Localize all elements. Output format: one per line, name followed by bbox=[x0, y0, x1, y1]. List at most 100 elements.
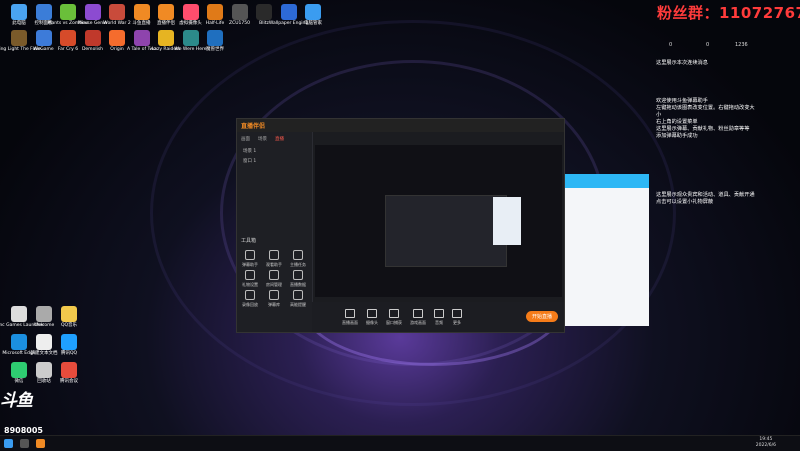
tool-icon bbox=[245, 290, 255, 300]
tool-label: 弹幕库 bbox=[268, 302, 280, 307]
sidebar-tabs: 画面 场景 直播 bbox=[237, 132, 312, 146]
app-icon bbox=[158, 4, 174, 20]
tool-label: 弹幕助手 bbox=[242, 262, 258, 267]
tool-label: 房间管理 bbox=[266, 282, 282, 287]
app-icon bbox=[133, 4, 150, 20]
room-number: 8908005 bbox=[4, 426, 43, 435]
desktop-icon[interactable]: 腾讯QQ bbox=[52, 334, 86, 356]
room-line: 这里展示本次连续消息 bbox=[656, 60, 708, 66]
tool-icon bbox=[269, 290, 279, 300]
app-icon bbox=[11, 306, 27, 322]
douyu-logo: 斗鱼 bbox=[0, 391, 33, 411]
tool-label: 礼物设置 bbox=[242, 282, 258, 287]
desktop-icon-label: QQ音乐 bbox=[60, 323, 78, 328]
tab-scene[interactable]: 场景 bbox=[258, 136, 267, 142]
desktop-icon-label: 直播伴侣 bbox=[157, 21, 175, 26]
tips-block-1: 欢迎使用斗鱼弹幕助手 左键拖动该图表改变位置。右键拖动改变大小 右上角的设置菜单… bbox=[656, 98, 755, 139]
tool-button[interactable]: 弹幕助手 bbox=[240, 250, 260, 268]
start-live-button[interactable]: 开始直播 bbox=[525, 311, 558, 322]
live-companion-window[interactable]: 直播伴侣 画面 场景 直播 场景 1 窗口 1 工具箱 弹幕助手 观看助手 主播任务… bbox=[236, 118, 565, 333]
desktop-icon-label: 微信 bbox=[14, 379, 24, 384]
nested-preview bbox=[385, 195, 507, 267]
tool-button[interactable]: 房间管理 bbox=[264, 270, 284, 288]
tool-button[interactable]: 观看助手 bbox=[264, 250, 284, 268]
tool-icon bbox=[293, 250, 303, 260]
app-icon bbox=[60, 4, 76, 20]
desktop-icon-label: 回收站 bbox=[37, 379, 51, 384]
desktop-icon[interactable]: 魔兽世界 bbox=[198, 30, 232, 52]
tool-button[interactable]: 高能提醒 bbox=[288, 290, 308, 308]
desktop-icon-label: Origin bbox=[110, 47, 124, 52]
game-capture-button[interactable]: 游戏画面 bbox=[410, 308, 426, 326]
desktop-icon-label: Half-Life bbox=[205, 21, 225, 26]
app-icon bbox=[11, 4, 27, 20]
app-icon bbox=[158, 30, 174, 46]
fan-group-banner: 粉丝群：1107276791 bbox=[657, 4, 800, 22]
taskbar-app-icon[interactable] bbox=[36, 439, 45, 448]
stat-2: 0 bbox=[706, 42, 710, 48]
desktop-icon-label: 魔兽世界 bbox=[206, 47, 224, 52]
tool-button[interactable]: 主播任务 bbox=[288, 250, 308, 268]
chat-header bbox=[565, 174, 649, 188]
audio-button[interactable]: 音频 bbox=[434, 308, 444, 326]
app-icon bbox=[256, 4, 272, 20]
scene-item[interactable]: 场景 1 bbox=[237, 146, 312, 156]
tool-button[interactable]: 录像回放 bbox=[240, 290, 260, 308]
taskbar-app-icon[interactable] bbox=[20, 439, 29, 448]
clock[interactable]: 19:45 2022/6/6 bbox=[756, 437, 776, 449]
stream-preview bbox=[315, 145, 562, 297]
desktop-icon-label: 腾讯会议 bbox=[60, 379, 78, 384]
tool-icon bbox=[245, 270, 255, 280]
scene-item[interactable]: 窗口 1 bbox=[237, 156, 312, 166]
desktop-icon[interactable]: QQ音乐 bbox=[52, 306, 86, 328]
tool-label: 主播任务 bbox=[290, 262, 306, 267]
more-button[interactable]: 更多 bbox=[452, 308, 462, 326]
tool-label: 录像回放 bbox=[242, 302, 258, 307]
tool-label: 直播数据 bbox=[290, 282, 306, 287]
app-icon bbox=[231, 4, 248, 20]
tool-icon bbox=[293, 290, 303, 300]
window-capture-button[interactable]: 窗口捕获 bbox=[386, 308, 402, 326]
app-icon bbox=[60, 30, 76, 46]
desktop-icon-label: 斗鱼直播 bbox=[132, 21, 151, 26]
tab-live[interactable]: 直播 bbox=[275, 136, 284, 142]
tool-icon bbox=[245, 250, 255, 260]
app-icon bbox=[280, 4, 297, 20]
app-icon bbox=[11, 30, 27, 46]
app-icon bbox=[84, 30, 101, 46]
desktop-icon-label: 电脑管家 bbox=[304, 21, 322, 26]
window-title-bar[interactable]: 直播伴侣 bbox=[237, 119, 564, 132]
desktop-icon-label: 此电脑 bbox=[12, 21, 26, 26]
app-icon bbox=[61, 362, 77, 378]
tips-block-2: 这里展示观众贵宾和活动、道具、贡献开通 点击可以设置小礼物屏蔽 bbox=[656, 192, 755, 205]
sidebar: 画面 场景 直播 场景 1 窗口 1 工具箱 弹幕助手 观看助手 主播任务礼物设置 房… bbox=[237, 132, 313, 332]
toolbox-title: 工具箱 bbox=[241, 238, 257, 244]
camera-button[interactable]: 摄像头 bbox=[366, 308, 378, 326]
tab-picture[interactable]: 画面 bbox=[241, 136, 250, 142]
stat-1: 0 bbox=[669, 42, 673, 48]
tool-button[interactable]: 礼物设置 bbox=[240, 270, 260, 288]
start-icon[interactable] bbox=[4, 439, 13, 448]
live-picture-button[interactable]: 直播画面 bbox=[342, 308, 358, 326]
app-icon bbox=[36, 362, 52, 378]
app-icon bbox=[133, 30, 150, 46]
tool-button[interactable]: 弹幕库 bbox=[264, 290, 284, 308]
app-icon bbox=[305, 4, 321, 20]
app-icon bbox=[207, 30, 223, 46]
app-icon bbox=[35, 30, 52, 46]
tool-icon bbox=[269, 250, 279, 260]
desktop-icon[interactable]: 电脑管家 bbox=[296, 4, 330, 26]
tool-button[interactable]: 直播数据 bbox=[288, 270, 308, 288]
tool-icon bbox=[269, 270, 279, 280]
chat-line bbox=[565, 188, 649, 195]
desktop-icon-label: Blitz bbox=[259, 21, 269, 26]
app-icon bbox=[182, 4, 199, 20]
app-icon bbox=[182, 30, 199, 46]
chat-panel[interactable] bbox=[565, 174, 649, 326]
desktop-icon[interactable]: 腾讯会议 bbox=[52, 362, 86, 384]
tool-label: 高能提醒 bbox=[290, 302, 306, 307]
tool-label: 观看助手 bbox=[266, 262, 282, 267]
app-logo: 直播伴侣 bbox=[241, 123, 266, 130]
app-icon bbox=[11, 334, 27, 350]
app-icon bbox=[109, 4, 125, 20]
